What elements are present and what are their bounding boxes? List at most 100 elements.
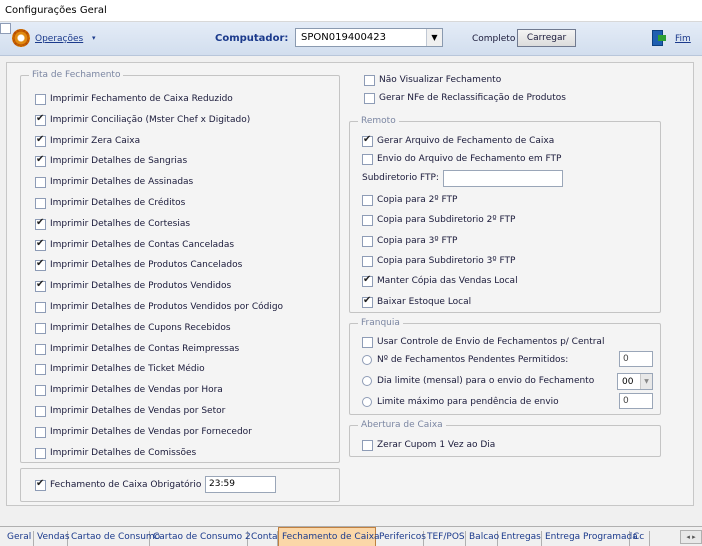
limit-input[interactable]: 0 (619, 393, 653, 409)
checkbox-label: Copia para 2º FTP (377, 195, 458, 205)
tab-scroll-arrows-icon[interactable]: ◂ ▸ (680, 530, 702, 544)
tab-cartao-de-consumo-2[interactable]: Cartao de Consumo 2 (150, 531, 251, 546)
checkbox[interactable] (35, 198, 46, 209)
checkbox[interactable] (364, 75, 375, 86)
checkbox-label: Imprimir Detalhes de Sangrias (50, 156, 188, 167)
checkbox[interactable] (362, 215, 373, 227)
checkbox-label: Manter Cópia das Vendas Local (377, 276, 518, 287)
load-button[interactable]: Carregar (517, 29, 576, 47)
complete-checkbox[interactable] (0, 23, 11, 34)
checkbox-label: Copia para 3º FTP (377, 235, 458, 246)
obrigatorio-checkbox[interactable] (35, 478, 46, 491)
checkbox-label: Envio do Arquivo de Fechamento em FTP (377, 154, 562, 164)
checkbox[interactable] (35, 217, 46, 230)
franquia-group: Franquia Usar Controle de Envio de Fecha… (349, 318, 661, 415)
remoto-group: Remoto Gerar Arquivo de Fechamento de Ca… (349, 116, 661, 313)
checkbox[interactable] (362, 295, 373, 308)
limit-radio[interactable] (362, 397, 372, 407)
dropdown-arrow-icon[interactable]: ▼ (426, 29, 442, 46)
checkbox-label: Imprimir Detalhes de Produtos Cancelados (50, 260, 243, 271)
checkbox-label: Copia para Subdiretorio 3º FTP (377, 255, 516, 266)
checkbox[interactable] (362, 235, 373, 247)
checkbox[interactable] (35, 113, 46, 126)
checkbox[interactable] (35, 177, 46, 189)
checkbox[interactable] (35, 322, 46, 334)
checkbox[interactable] (35, 447, 46, 459)
checkbox[interactable] (35, 279, 46, 293)
abertura-checkbox[interactable] (362, 440, 373, 451)
main-panel: Fita de Fechamento Imprimir Fechamento d… (6, 62, 694, 506)
tab-fechamento-de-caixa[interactable]: Fechamento de Caixa (278, 527, 380, 546)
obrigatorio-time-input[interactable]: 23:59 (205, 476, 276, 493)
checkbox-label: Imprimir Detalhes de Produtos Vendidos (50, 281, 232, 292)
window-titlebar: Configurações Geral (0, 0, 702, 22)
tab-tef-pos[interactable]: TEF/POS (424, 531, 466, 546)
dropdown-arrow-icon[interactable]: ▼ (640, 374, 652, 389)
tab-cartao-de-consumo[interactable]: Cartao de Consumo (68, 531, 160, 546)
checkbox[interactable] (362, 154, 373, 165)
gear-icon[interactable] (12, 29, 30, 47)
checkbox[interactable] (35, 238, 46, 251)
pending-input[interactable]: 0 (619, 351, 653, 367)
obrigatorio-group: Fechamento de Caixa Obrigatório 23:59 (20, 468, 340, 502)
day-select[interactable]: 00 ▼ (617, 373, 653, 390)
checkbox[interactable] (35, 134, 46, 147)
remoto-group-title: Remoto (358, 116, 399, 126)
computer-select[interactable]: SPON019400423 ▼ (295, 28, 443, 47)
tab-entrega-programada[interactable]: Entrega Programada (542, 531, 638, 546)
chevron-down-icon[interactable]: ▾ (92, 34, 96, 42)
tab-cc[interactable]: Cc (630, 531, 650, 546)
checkbox-label: Imprimir Zera Caixa (50, 135, 141, 146)
complete-label: Completo (472, 34, 516, 44)
tab-vendas[interactable]: Vendas (34, 531, 70, 546)
pending-radio[interactable] (362, 355, 372, 365)
checkbox[interactable] (35, 154, 46, 168)
checkbox[interactable] (364, 93, 375, 104)
exit-button[interactable]: Fim (675, 34, 691, 44)
abertura-group-title: Abertura de Caixa (358, 420, 446, 430)
checkbox[interactable] (35, 94, 46, 105)
checkbox[interactable] (35, 302, 46, 313)
checkbox[interactable] (35, 385, 46, 397)
checkbox-label: Imprimir Detalhes de Vendas por Setor (50, 406, 226, 416)
fita-group: Fita de Fechamento Imprimir Fechamento d… (20, 70, 340, 463)
franquia-control-checkbox[interactable] (362, 337, 373, 348)
abertura-label: Zerar Cupom 1 Vez ao Dia (377, 440, 496, 450)
limit-label: Limite máximo para pendência de envio (377, 397, 559, 407)
computer-value: SPON019400423 (301, 32, 386, 43)
checkbox[interactable] (35, 426, 46, 438)
checkbox[interactable] (362, 255, 373, 267)
checkbox-label: Imprimir Conciliação (Mster Chef x Digit… (50, 114, 251, 125)
tab-perifericos[interactable]: Perifericos (376, 531, 426, 546)
day-label: Dia limite (mensal) para o envio do Fech… (377, 376, 595, 386)
checkbox-label: Gerar Arquivo de Fechamento de Caixa (377, 136, 555, 146)
window-title: Configurações Geral (5, 5, 107, 16)
day-radio[interactable] (362, 376, 372, 386)
tab-balcao[interactable]: Balcao (466, 531, 499, 546)
tab-geral[interactable]: Geral (4, 531, 34, 546)
operations-menu[interactable]: Operações (35, 34, 83, 44)
day-value: 00 (622, 377, 634, 387)
fita-group-title: Fita de Fechamento (29, 70, 124, 80)
checkbox[interactable] (362, 195, 373, 206)
checkbox[interactable] (35, 258, 46, 272)
subdir-input[interactable] (443, 170, 563, 187)
checkbox-label: Imprimir Detalhes de Comissões (50, 447, 197, 458)
checkbox-label: Imprimir Detalhes de Créditos (50, 198, 186, 208)
checkbox[interactable] (362, 134, 373, 147)
checkbox-label: Copia para Subdiretorio 2º FTP (377, 215, 516, 226)
abertura-group: Abertura de Caixa Zerar Cupom 1 Vez ao D… (349, 420, 661, 457)
checkbox[interactable] (35, 406, 46, 417)
tab-entregas[interactable]: Entregas (498, 531, 542, 546)
tab-conta[interactable]: Conta (248, 531, 278, 546)
checkbox-label: Imprimir Fechamento de Caixa Reduzido (50, 94, 233, 104)
checkbox-label: Imprimir Detalhes de Vendas por Hora (50, 385, 223, 396)
subdir-label: Subdiretorio FTP: (362, 173, 439, 183)
checkbox-label: Imprimir Detalhes de Contas Reimpressas (50, 343, 240, 354)
checkbox[interactable] (362, 274, 373, 288)
checkbox[interactable] (35, 364, 46, 376)
checkbox[interactable] (35, 343, 46, 355)
exit-door-icon[interactable] (652, 30, 666, 46)
checkbox-label: Imprimir Detalhes de Assinadas (50, 177, 194, 188)
toolbar: Operações ▾ Computador: SPON019400423 ▼ … (0, 22, 702, 56)
